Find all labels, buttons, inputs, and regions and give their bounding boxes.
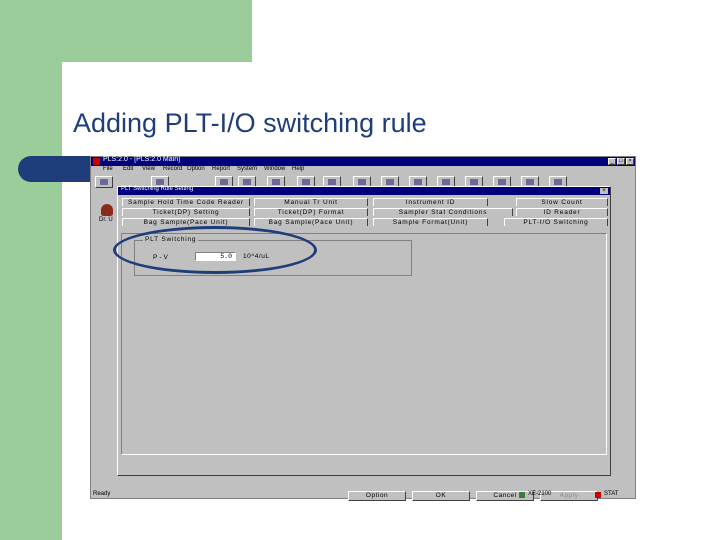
- tab-manual-unit[interactable]: Manual Tr Unit: [254, 198, 368, 206]
- app-titlebar: PLS:2.0 - [PLS:2.0 Main] _ □ ×: [91, 156, 635, 166]
- tool-icon: [526, 179, 534, 185]
- toolbar-button-1[interactable]: [95, 176, 113, 188]
- side-label: Dr. U: [99, 217, 113, 223]
- tool-icon: [498, 179, 506, 185]
- tab-plt-io-switching[interactable]: PLT-I/O Switching: [504, 218, 608, 226]
- tab-row-3: Bag Sample(Pace Unit) Bag Sample(Pace Un…: [122, 218, 608, 226]
- status-ok-icon: [519, 492, 525, 498]
- tool-icon: [470, 179, 478, 185]
- menu-report[interactable]: Report: [212, 166, 230, 172]
- status-left: Ready: [93, 491, 111, 497]
- tab-ticket-format[interactable]: Ticket(DP) Format: [254, 208, 368, 216]
- tool-icon: [100, 179, 108, 185]
- tool-icon: [358, 179, 366, 185]
- close-button[interactable]: ×: [626, 158, 634, 165]
- menu-edit[interactable]: Edit: [123, 166, 133, 172]
- menu-file[interactable]: File: [103, 166, 113, 172]
- tool-icon: [302, 179, 310, 185]
- tool-icon: [386, 179, 394, 185]
- dialog-titlebar: PLT Switching Rule Setting ×: [118, 186, 610, 195]
- menu-option[interactable]: Option: [187, 166, 205, 172]
- slide-green-block: [0, 0, 252, 62]
- tool-icon: [243, 179, 251, 185]
- tab-bag-sample-1[interactable]: Bag Sample(Pace Unit): [122, 218, 250, 226]
- tab-bag-sample-2[interactable]: Bag Sample(Pace Unit): [254, 218, 368, 226]
- slide-title: Adding PLT-I/O switching rule: [73, 108, 427, 138]
- tab-row-1: Sample Hold Time Code Reader Manual Tr U…: [122, 198, 608, 206]
- tool-icon: [414, 179, 422, 185]
- menu-window[interactable]: Window: [264, 166, 285, 172]
- minimize-button[interactable]: _: [608, 158, 616, 165]
- slide-green-bar: [0, 62, 62, 540]
- status-center: XE-2100: [528, 491, 552, 497]
- tab-slow-count[interactable]: Slow Count: [516, 198, 608, 206]
- statusbar: Ready XE-2100 STAT: [91, 491, 635, 499]
- menubar: File Edit View Record Option Report Syst…: [91, 166, 635, 174]
- tab-instrument-id[interactable]: Instrument ID: [373, 198, 488, 206]
- user-icon[interactable]: [101, 204, 113, 216]
- tab-sample-format[interactable]: Sample Format(Unit): [373, 218, 488, 226]
- tab-sample-hold[interactable]: Sample Hold Time Code Reader: [122, 198, 250, 206]
- menu-help[interactable]: Help: [292, 166, 304, 172]
- app-window: PLS:2.0 - [PLS:2.0 Main] _ □ × File Edit…: [90, 156, 636, 501]
- tab-row-2: Ticket(DP) Setting Ticket(DP) Format Sam…: [122, 208, 608, 216]
- tool-icon: [554, 179, 562, 185]
- app-icon: [93, 158, 100, 165]
- maximize-button[interactable]: □: [617, 158, 625, 165]
- tool-icon: [272, 179, 280, 185]
- app-title: PLS:2.0 - [PLS:2.0 Main]: [103, 156, 181, 163]
- tool-icon: [156, 179, 164, 185]
- dialog-close-button[interactable]: ×: [600, 188, 608, 194]
- tab-ticket-setting[interactable]: Ticket(DP) Setting: [122, 208, 250, 216]
- tab-id-reader[interactable]: ID Reader: [516, 208, 608, 216]
- tool-icon: [328, 179, 336, 185]
- tool-icon: [442, 179, 450, 185]
- menu-view[interactable]: View: [142, 166, 155, 172]
- dialog-title: PLT Switching Rule Setting: [121, 186, 194, 192]
- highlight-ellipse: [113, 226, 317, 274]
- menu-system[interactable]: System: [237, 166, 257, 172]
- status-alert-icon: [595, 492, 601, 498]
- tab-sampler-conditions[interactable]: Sampler Stat Conditions: [373, 208, 513, 216]
- status-right: STAT: [604, 491, 619, 497]
- tool-icon: [220, 179, 228, 185]
- window-controls: _ □ ×: [608, 158, 634, 165]
- menu-record[interactable]: Record: [163, 166, 182, 172]
